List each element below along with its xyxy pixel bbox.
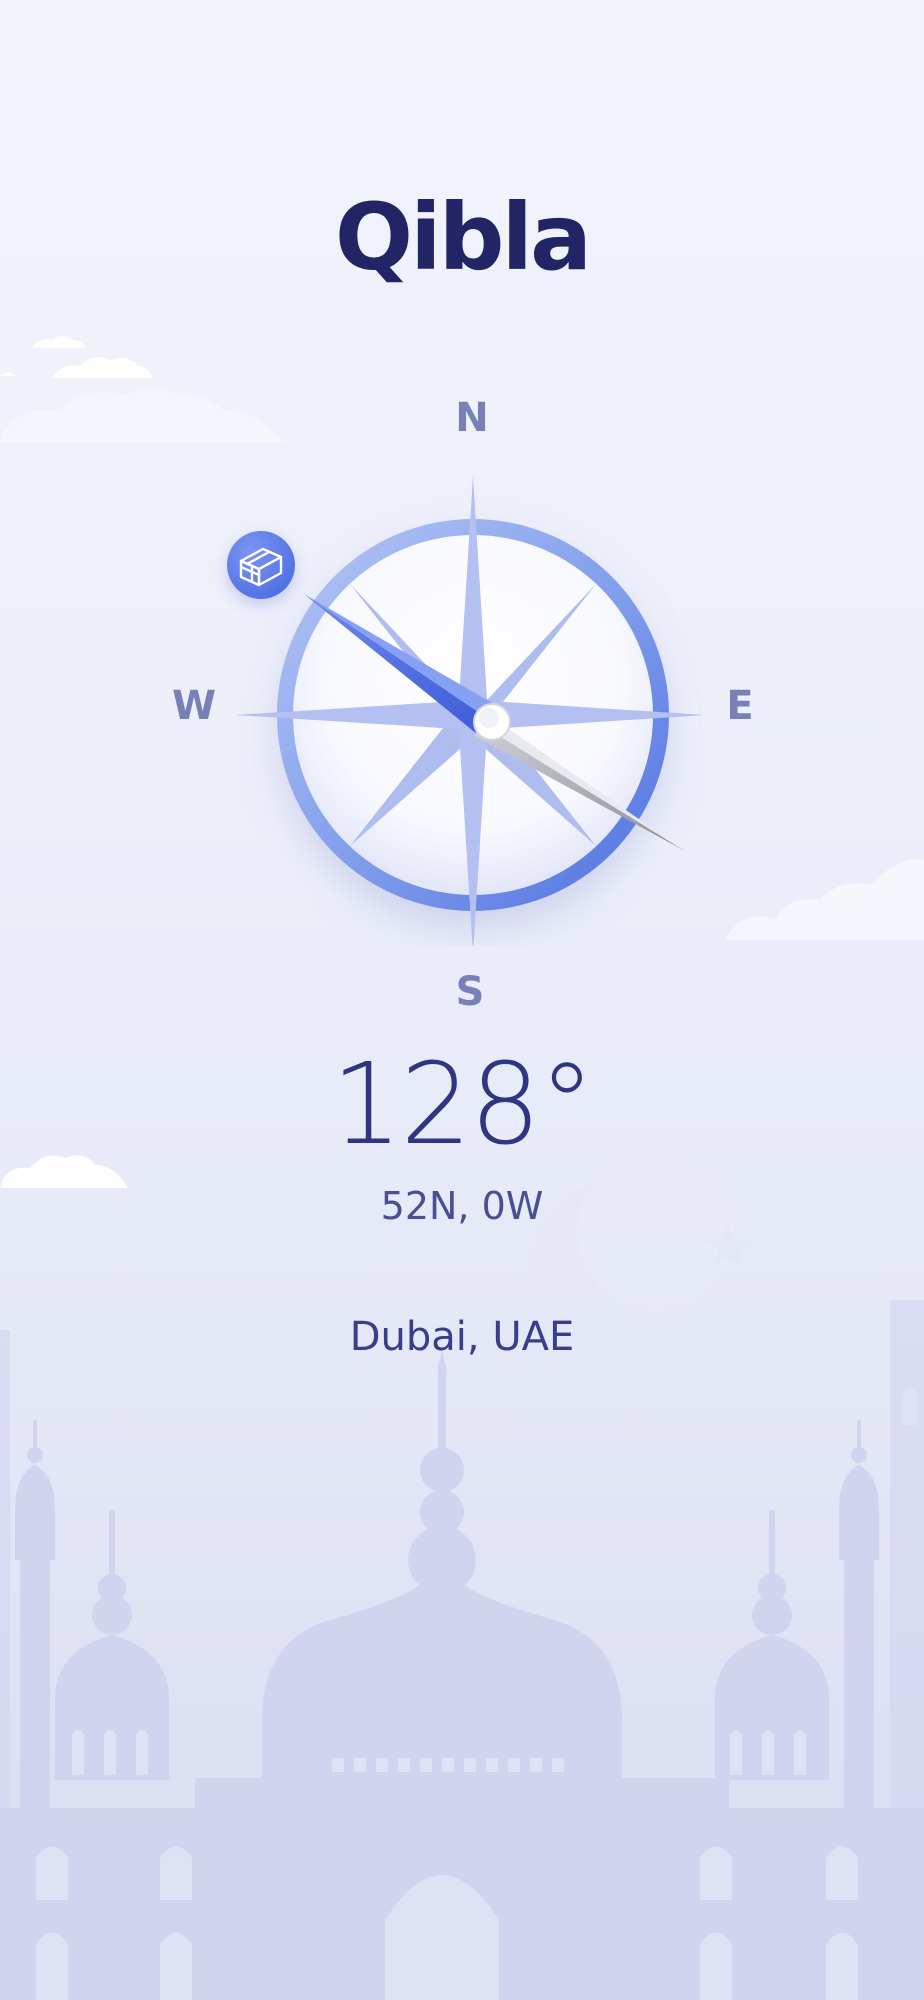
coordinates-text: 52N, 0W [380, 1184, 544, 1228]
qibla-screen: Qibla N S E W 128° 52N, 0W Dubai, UAE [0, 0, 924, 2000]
west-label: W [171, 683, 217, 729]
south-label: S [455, 969, 485, 1015]
app-title: Qibla [334, 184, 592, 291]
east-label: E [726, 683, 754, 729]
north-label: N [455, 395, 489, 441]
kaaba-icon [239, 547, 283, 587]
kaaba-badge[interactable] [227, 531, 295, 599]
location-name[interactable]: Dubai, UAE [0, 1312, 924, 1362]
heading-degrees: 128° [331, 1040, 595, 1170]
